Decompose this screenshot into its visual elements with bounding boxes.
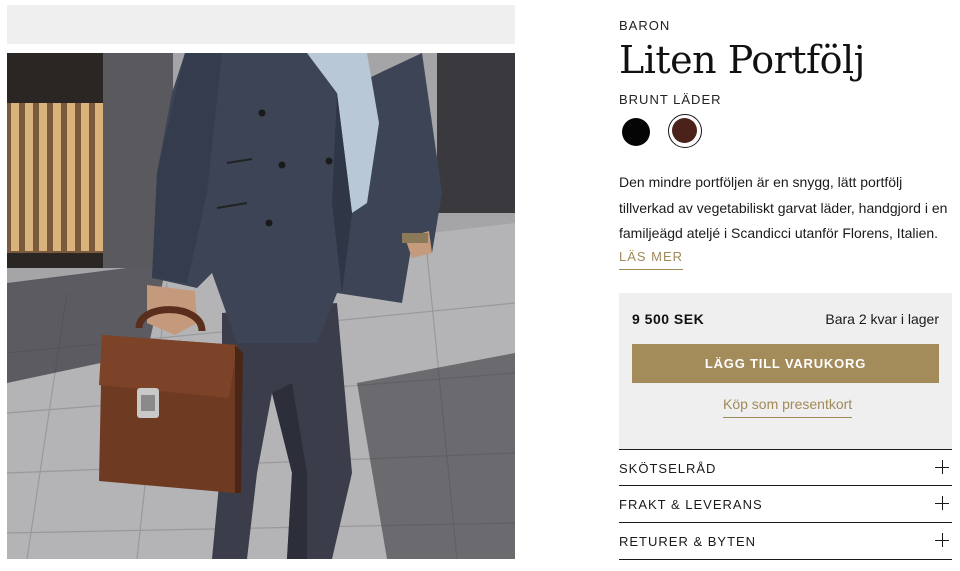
plus-icon[interactable] — [935, 460, 949, 474]
accordion-label: FRAKT & LEVERANS — [619, 497, 763, 512]
color-swatch-black[interactable] — [622, 118, 650, 146]
accordion-returns[interactable]: RETURER & BYTEN — [619, 522, 952, 560]
accordion-shipping[interactable]: FRAKT & LEVERANS — [619, 485, 952, 522]
variant-label: BRUNT LÄDER — [619, 92, 722, 107]
product-image — [7, 53, 515, 559]
buy-box: 9 500 SEK Bara 2 kvar i lager LÄGG TILL … — [619, 293, 952, 449]
accordion-care[interactable]: SKÖTSELRÅD — [619, 449, 952, 486]
accordion-label: SKÖTSELRÅD — [619, 461, 717, 476]
read-more-link[interactable]: LÄS MER — [619, 249, 684, 270]
product-brand: BARON — [619, 18, 671, 33]
plus-icon[interactable] — [935, 533, 949, 547]
gift-card-link[interactable]: Köp som presentkort — [723, 396, 853, 418]
price: 9 500 SEK — [632, 311, 705, 327]
add-to-cart-button[interactable]: LÄGG TILL VARUKORG — [632, 344, 939, 383]
product-photo — [7, 53, 515, 559]
product-title: Liten Portfölj — [619, 38, 865, 82]
product-description: Den mindre portföljen är en snygg, lätt … — [619, 174, 948, 241]
plus-icon[interactable] — [935, 496, 949, 510]
color-swatch-brown[interactable] — [668, 114, 702, 148]
stock-status: Bara 2 kvar i lager — [825, 311, 939, 327]
accordion-label: RETURER & BYTEN — [619, 534, 757, 549]
color-swatch-brown-fill — [672, 118, 697, 143]
image-top-placeholder — [7, 5, 515, 44]
